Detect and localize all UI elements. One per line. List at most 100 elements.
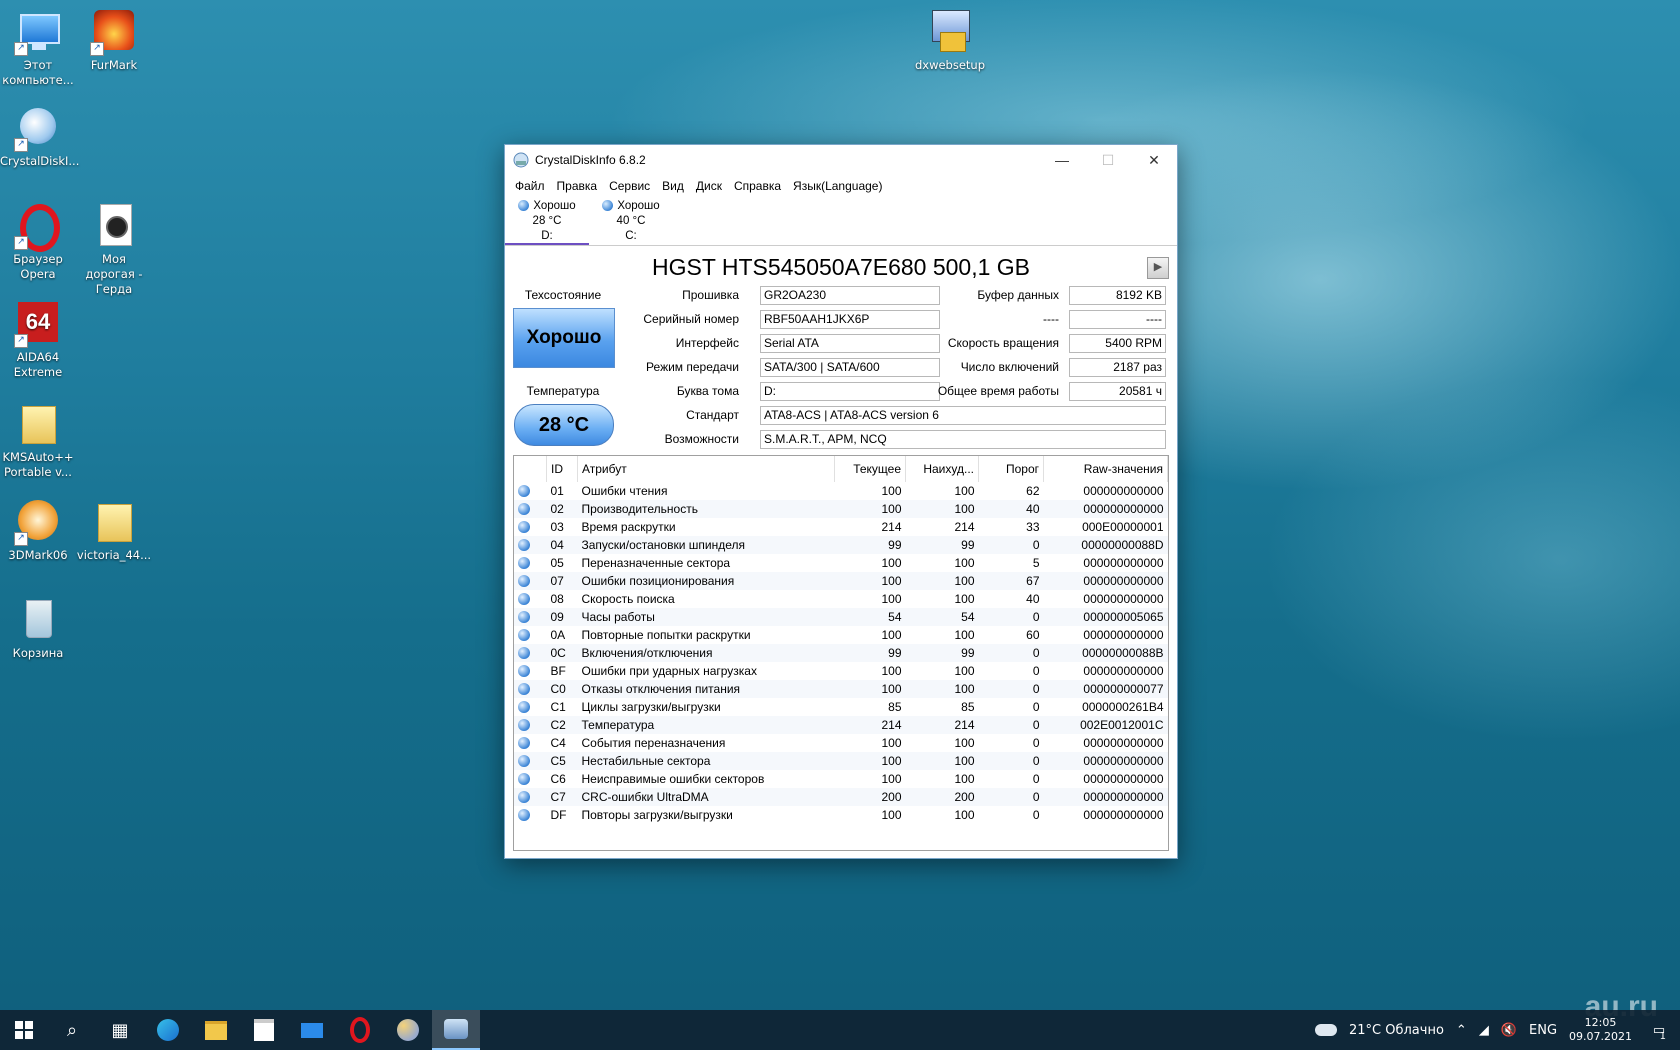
table-row[interactable]: 04 Запуски/остановки шпинделя 99 99 0 0000000… <box>514 536 1168 554</box>
status-dot-cell <box>514 572 547 590</box>
next-disk-button[interactable]: ▶ <box>1147 257 1169 279</box>
drive-tab-c[interactable]: Хорошо 40 °C C: <box>589 197 673 245</box>
power-hours-value: 20581 ч <box>1069 382 1166 401</box>
chevron-up-icon[interactable]: ⌃ <box>1456 1023 1467 1038</box>
taskbar-explorer[interactable] <box>192 1010 240 1050</box>
table-row[interactable]: 0C Включения/отключения 99 99 0 00000000088B <box>514 644 1168 662</box>
menu-disk[interactable]: Диск <box>690 179 728 193</box>
attr-name: Часы работы <box>577 608 835 626</box>
table-row[interactable]: C5 Нестабильные сектора 100 100 0 00000000000… <box>514 752 1168 770</box>
col-id[interactable]: ID <box>546 456 578 482</box>
start-button[interactable] <box>0 1010 48 1050</box>
attr-raw: 000E00000001 <box>1082 520 1164 534</box>
close-button[interactable]: ✕ <box>1131 145 1177 175</box>
table-row[interactable]: C4 События переназначения 100 100 0 000000000… <box>514 734 1168 752</box>
taskbar-paint[interactable] <box>384 1010 432 1050</box>
col-threshold[interactable]: Порог <box>978 456 1044 482</box>
menu-service[interactable]: Сервис <box>603 179 656 193</box>
table-row[interactable]: 09 Часы работы 54 54 0 000000005065 <box>514 608 1168 626</box>
drive-letter: C: <box>625 230 637 242</box>
clock[interactable]: 12:05 09.07.2021 <box>1569 1016 1632 1044</box>
task-view-button[interactable]: ▦ <box>96 1010 144 1050</box>
desktop-icon-music[interactable]: Моя дорогая - Герда <box>76 202 152 297</box>
network-icon[interactable]: ◢ <box>1479 1023 1489 1038</box>
desktop-icon-label: dxwebsetup <box>914 58 986 72</box>
attr-name: Производительность <box>577 500 835 518</box>
taskbar-edge[interactable] <box>144 1010 192 1050</box>
status-ball-icon <box>518 701 530 713</box>
language-indicator[interactable]: ENG <box>1529 1023 1557 1038</box>
table-row[interactable]: 01 Ошибки чтения 100 100 62 000000000000 <box>514 482 1168 500</box>
desktop-icon-kmsauto[interactable]: KMSAuto++ Portable v... <box>0 400 76 480</box>
menu-edit[interactable]: Правка <box>551 179 604 193</box>
disk-title: HGST HTS545050A7E680 500,1 GB <box>651 254 1031 280</box>
search-button[interactable]: ⌕ <box>48 1010 96 1050</box>
desktop-icon-3dmark[interactable]: ↗ 3DMark06 <box>0 498 76 563</box>
desktop-icon-computer[interactable]: ↗ Этот компьюте... <box>0 8 76 88</box>
attr-id: 05 <box>550 556 564 570</box>
taskbar-opera[interactable] <box>336 1010 384 1050</box>
taskbar-crystaldiskinfo[interactable] <box>432 1010 480 1050</box>
status-ball-icon <box>518 809 530 821</box>
table-row[interactable]: 0A Повторные попытки раскрутки 100 100 60 000… <box>514 626 1168 644</box>
attr-raw: 000000000000 <box>1083 628 1164 642</box>
attr-id: 08 <box>550 592 564 606</box>
attr-threshold: 5 <box>1032 556 1040 570</box>
desktop-icon-recycle-bin[interactable]: Корзина <box>0 596 76 661</box>
drive-status: Хорошо <box>617 200 660 212</box>
col-raw[interactable]: Raw-значения <box>1043 456 1168 482</box>
attr-worst: 99 <box>905 644 979 662</box>
attr-raw: 000000000000 <box>1043 572 1168 590</box>
attr-worst: 99 <box>905 536 979 554</box>
notification-button[interactable]: ▭ 1 <box>1644 1023 1674 1042</box>
status-dot-cell <box>514 806 547 824</box>
attr-name: Скорость поиска <box>581 592 675 606</box>
taskbar-store[interactable] <box>240 1010 288 1050</box>
health-status-button[interactable]: Хорошо <box>513 308 615 368</box>
attr-id: 0A <box>550 628 566 642</box>
buffer-label: Буфер данных <box>977 288 1059 302</box>
table-row[interactable]: BF Ошибки при ударных нагрузках 100 100 0 000… <box>514 662 1168 680</box>
col-current[interactable]: Текущее <box>834 456 906 482</box>
desktop-icon-furmark[interactable]: ↗ FurMark <box>76 8 152 73</box>
drive-tab-d[interactable]: Хорошо 28 °C D: <box>505 197 589 245</box>
desktop-icon-aida64[interactable]: 64 ↗ AIDA64 Extreme <box>0 300 76 380</box>
weather-icon[interactable] <box>1314 1024 1337 1036</box>
menu-help[interactable]: Справка <box>728 179 787 193</box>
desktop-icon-dxwebsetup[interactable]: dxwebsetup <box>912 8 988 73</box>
table-row[interactable]: C1 Циклы загрузки/выгрузки 85 85 0 0000000261… <box>514 698 1168 716</box>
desktop-icon-victoria[interactable]: victoria_44... <box>76 498 152 563</box>
desktop-icon-opera[interactable]: ↗ Браузер Opera <box>0 202 76 282</box>
table-row[interactable]: 07 Ошибки позиционирования 100 100 67 0000000… <box>514 572 1168 590</box>
col-attribute[interactable]: Атрибут <box>577 456 835 482</box>
desktop-icon-label: CrystalDiskI... <box>0 154 80 168</box>
table-row[interactable]: C0 Отказы отключения питания 100 100 0 000000… <box>514 680 1168 698</box>
col-worst[interactable]: Наихуд... <box>905 456 979 482</box>
table-row[interactable]: 08 Скорость поиска 100 100 40 000000000000 <box>514 590 1168 608</box>
desktop-icon-label: Браузер Opera <box>13 252 63 281</box>
status-ball-icon <box>518 719 530 731</box>
title-bar[interactable]: CrystalDiskInfo 6.8.2 — ☐ ✕ <box>505 145 1177 175</box>
table-row[interactable]: 03 Время раскрутки 214 214 33 000E00000001 <box>514 518 1168 536</box>
attr-threshold: 62 <box>1026 484 1040 498</box>
attr-name: Ошибки чтения <box>581 484 668 498</box>
weather-text[interactable]: 21°C Облачно <box>1349 1023 1444 1038</box>
maximize-button[interactable]: ☐ <box>1085 145 1131 175</box>
table-row[interactable]: C7 CRC-ошибки UltraDMA 200 200 0 000000000000 <box>514 788 1168 806</box>
minimize-button[interactable]: — <box>1039 145 1085 175</box>
table-row[interactable]: DF Повторы загрузки/выгрузки 100 100 0 000000… <box>514 806 1168 824</box>
system-tray: 21°C Облачно ⌃ ◢ 🔇 ENG 12:05 09.07.2021 … <box>1309 1010 1680 1050</box>
menu-file[interactable]: Файл <box>509 179 551 193</box>
menu-language[interactable]: Язык(Language) <box>787 179 888 193</box>
menu-view[interactable]: Вид <box>656 179 690 193</box>
smart-attributes-table[interactable]: ID Атрибут Текущее Наихуд... Порог Raw-з… <box>513 455 1169 851</box>
folder-icon <box>90 498 138 546</box>
desktop-icon-crystaldiskinfo[interactable]: ↗ CrystalDiskI... <box>0 104 80 169</box>
volume-muted-icon[interactable]: 🔇 <box>1501 1023 1517 1038</box>
taskbar-mail[interactable] <box>288 1010 336 1050</box>
table-row[interactable]: C2 Температура 214 214 0 002E0012001C <box>514 716 1168 734</box>
table-row[interactable]: C6 Неисправимые ошибки секторов 100 100 0 000… <box>514 770 1168 788</box>
table-row[interactable]: 02 Производительность 100 100 40 000000000000 <box>514 500 1168 518</box>
table-row[interactable]: 05 Переназначенные сектора 100 100 5 00000000… <box>514 554 1168 572</box>
temperature-badge[interactable]: 28 °C <box>514 404 614 446</box>
